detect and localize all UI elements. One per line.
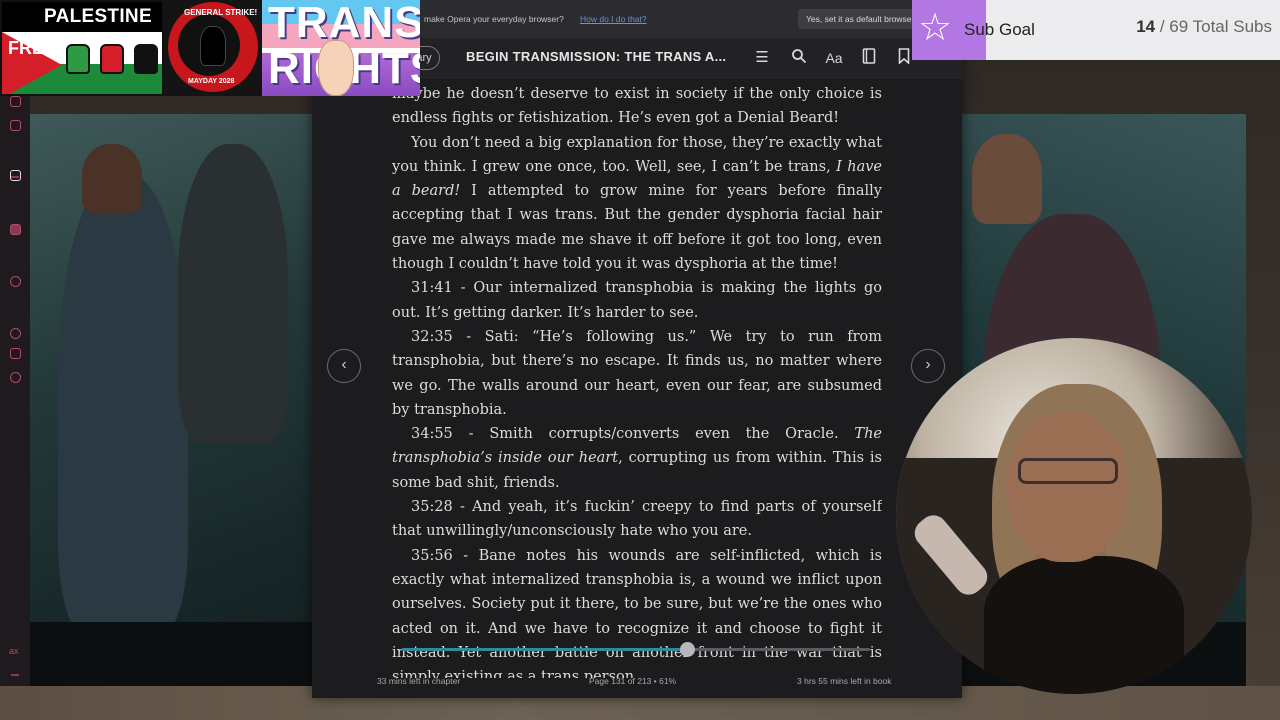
strike-bottom-text: MAYDAY 2028 [188, 78, 235, 85]
paragraph: You don’t need a big explanation for tho… [392, 131, 882, 277]
sub-goal-label: Sub Goal [964, 20, 1035, 39]
black-cat-icon [200, 26, 226, 66]
bookmark-icon[interactable] [894, 48, 914, 68]
set-default-button[interactable]: Yes, set it as default browser [798, 9, 928, 29]
next-page-button[interactable]: › [911, 349, 945, 383]
paragraph: 35:56 - Bane notes his wounds are self-i… [392, 547, 882, 678]
paragraph: 32:35 - Sati: “He’s following us.” We tr… [392, 328, 882, 418]
star-icon: ☆ [918, 7, 953, 49]
paragraph: 35:28 - And yeah, it’s fuckin’ creepy to… [392, 499, 882, 540]
book-title: BEGIN TRANSMISSION: THE TRANS A... [466, 49, 727, 64]
sidebar-ai-icon[interactable] [10, 170, 21, 181]
movie-letterbox-left [28, 622, 314, 686]
sub-goal-count: 14 / 69 Total Subs [1136, 17, 1272, 37]
chapter-time-left: 33 mins left in chapter [377, 676, 461, 686]
fist-icon [134, 44, 158, 74]
fist-icon [100, 44, 124, 74]
figure-back [178, 144, 288, 444]
glasses [1018, 458, 1118, 484]
paragraph-text: I attempted to grow mine for years befor… [392, 183, 882, 273]
font-icon[interactable]: Aa [824, 48, 844, 68]
sub-goal-widget: ☆ Sub Goal 14 / 69 Total Subs [912, 0, 1280, 60]
book-time-left: 3 hrs 55 mins left in book [797, 676, 892, 686]
strike-top-text: GENERAL STRIKE! [184, 8, 258, 17]
sidebar-player-icon[interactable] [10, 276, 21, 287]
notebook-icon[interactable] [859, 48, 879, 68]
paragraph: maybe he doesn’t deserve to exist in soc… [392, 86, 882, 127]
sidebar-extensions-icon[interactable] [10, 348, 21, 359]
chevron-left-icon: ‹ [341, 356, 347, 373]
paragraph-text: 34:55 - Smith corrupts/converts even the… [411, 426, 855, 443]
sidebar-more-icon[interactable] [11, 674, 19, 676]
progress-fill [402, 648, 688, 651]
movie-still-left [28, 114, 314, 622]
reader-page-text: maybe he doesn’t deserve to exist in soc… [392, 82, 882, 678]
opera-message: make Opera your everyday browser? [424, 14, 564, 24]
percent-read: 61% [659, 676, 677, 686]
opera-help-link[interactable]: How do I do that? [580, 14, 647, 24]
free-palestine-badge: PALESTINE FREE [0, 0, 164, 96]
chevron-right-icon: › [925, 356, 931, 373]
paragraph-text: You don’t need a big explanation for tho… [392, 134, 882, 175]
sidebar-settings-icon[interactable] [10, 372, 21, 383]
sidebar-bottom-label: ax [9, 646, 19, 656]
hand-icon [318, 40, 354, 96]
page-indicator: Page 131 of 213 • 61% [589, 676, 677, 686]
sub-goal-current: 14 [1136, 17, 1156, 36]
figure-head [82, 144, 142, 214]
opera-default-browser-bar: make Opera your everyday browser? How do… [418, 0, 928, 38]
figure-right-head [972, 134, 1042, 224]
figure-left [58, 174, 188, 622]
toc-icon[interactable]: ☰ [752, 48, 772, 68]
sidebar-history-icon[interactable] [10, 328, 21, 339]
sidebar-messenger-icon[interactable] [10, 120, 21, 131]
cam-face [1008, 412, 1126, 562]
paragraph: 31:41 - Our internalized transphobia is … [392, 280, 882, 321]
page-number: Page 131 of 213 [589, 676, 652, 686]
reading-progress-slider[interactable] [402, 642, 870, 657]
sub-goal-total: / 69 Total Subs [1159, 17, 1272, 36]
cam-body [984, 556, 1184, 694]
paragraph: 34:55 - Smith corrupts/converts even the… [392, 422, 882, 495]
fist-icon [66, 44, 90, 74]
sidebar-app-icon[interactable] [10, 96, 21, 107]
browser-sidebar: ax [0, 94, 30, 686]
general-strike-badge: GENERAL STRIKE! MAYDAY 2028 [164, 0, 262, 96]
prev-page-button[interactable]: ‹ [327, 349, 361, 383]
ebook-reader: ary BEGIN TRANSMISSION: THE TRANS A... ☰… [312, 38, 962, 698]
trans-rights-badge: TRANS RIGHTS [262, 0, 420, 96]
palestine-title: PALESTINE [44, 6, 152, 27]
webcam-feed [896, 338, 1252, 694]
sidebar-twitch-icon[interactable] [10, 224, 21, 235]
search-icon[interactable] [789, 48, 809, 68]
palestine-free: FREE [8, 38, 57, 58]
